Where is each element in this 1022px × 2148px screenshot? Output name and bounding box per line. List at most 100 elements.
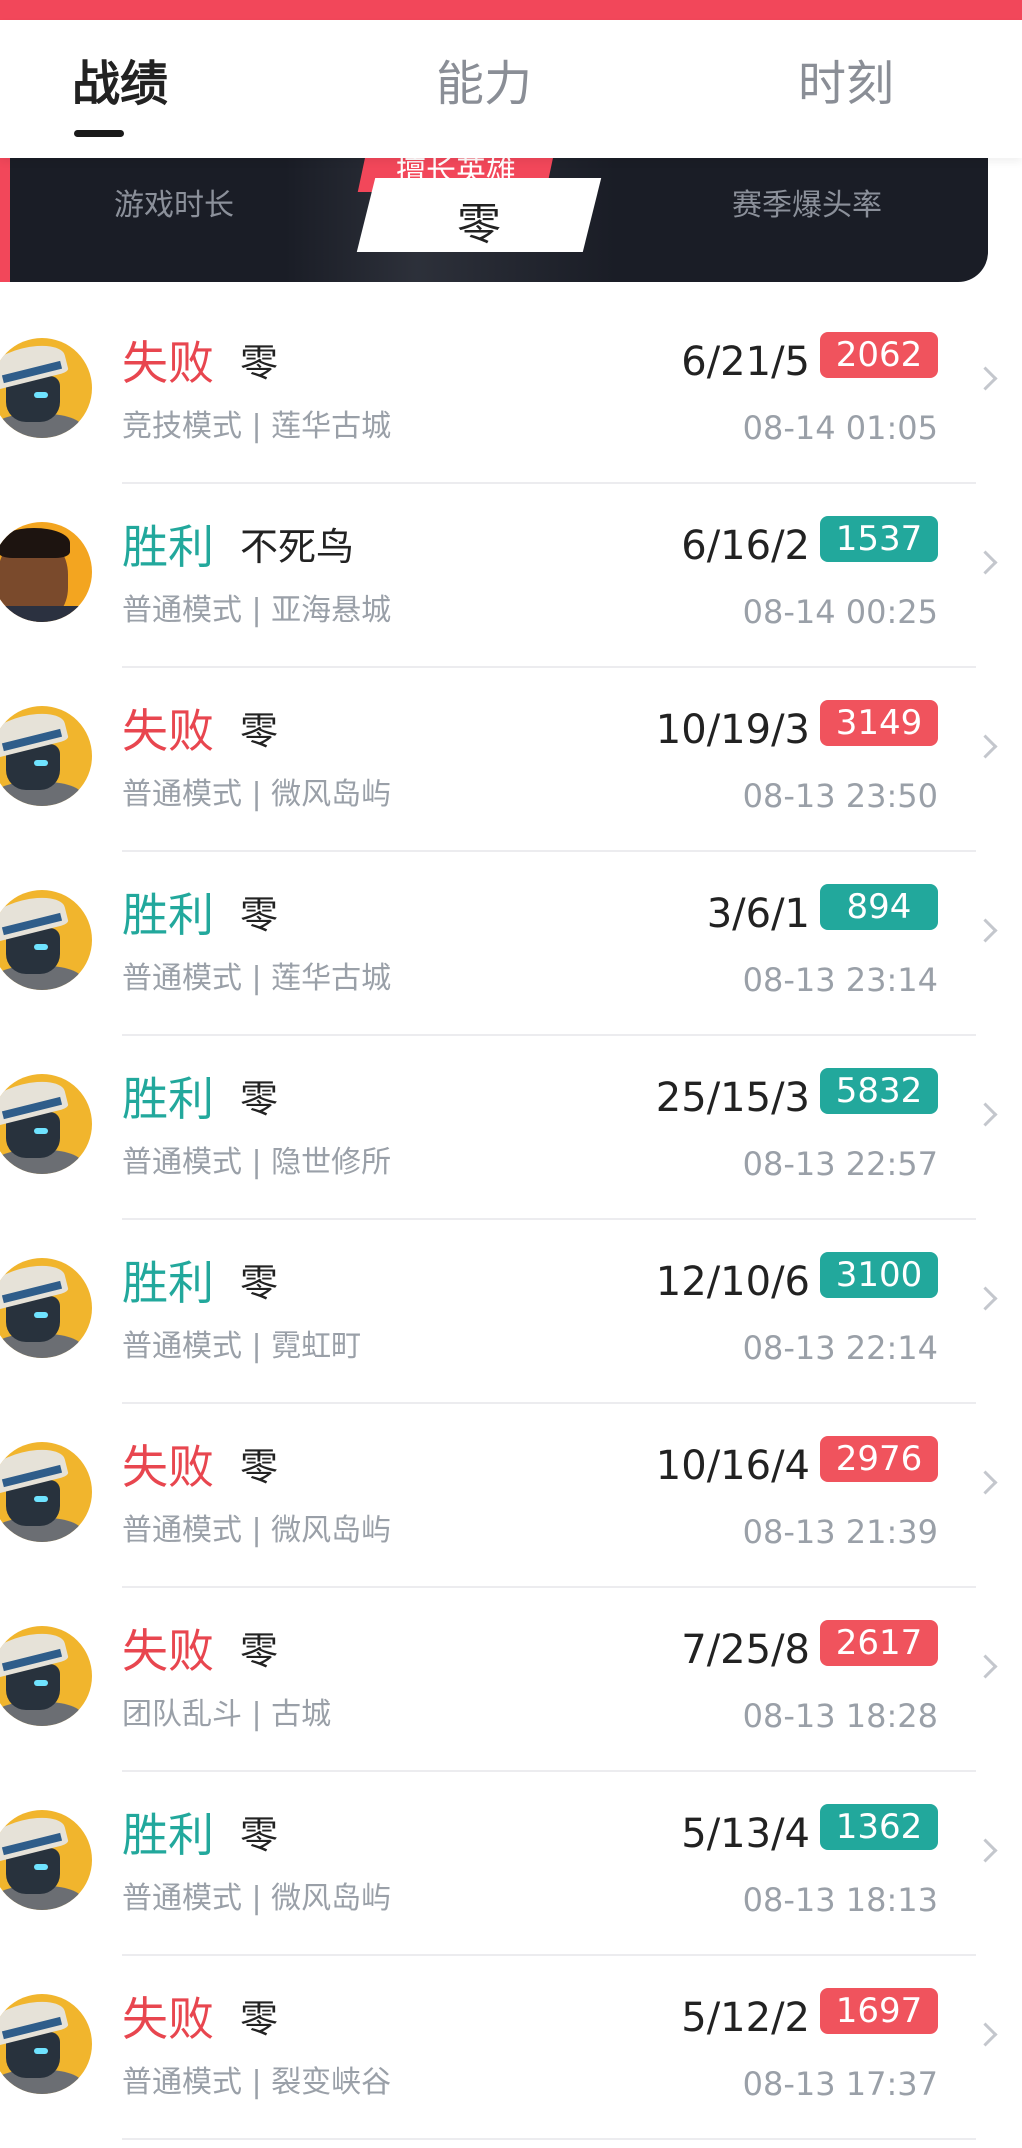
mode-and-map: 普通模式 | 亚海悬城: [122, 593, 392, 628]
kda: 10/19/3: [655, 707, 810, 753]
mode-and-map: 普通模式 | 霓虹町: [122, 1329, 362, 1364]
hero-name: 零: [240, 709, 279, 753]
score-badge: 1537: [820, 516, 938, 562]
hero-avatar: [0, 890, 92, 990]
match-result: 失败: [122, 336, 214, 390]
chevron-right-icon[interactable]: [973, 1102, 998, 1127]
match-row[interactable]: 胜利零普通模式 | 微风岛屿 5/13/4 1362 08-13 18:13: [0, 1772, 1022, 1956]
hero-avatar: [0, 522, 92, 622]
tab-ability[interactable]: 能力: [436, 60, 532, 108]
mode-and-map: 普通模式 | 隐世修所: [122, 1145, 392, 1180]
kda: 7/25/8: [681, 1627, 810, 1673]
mode-and-map: 普通模式 | 裂变峡谷: [122, 2065, 392, 2100]
chevron-right-icon[interactable]: [973, 1286, 998, 1311]
match-row[interactable]: 失败零普通模式 | 微风岛屿 10/19/3 3149 08-13 23:50: [0, 668, 1022, 852]
kda: 12/10/6: [655, 1259, 810, 1305]
hero-avatar: [0, 1258, 92, 1358]
hero-name: 零: [240, 341, 279, 385]
match-result: 胜利: [122, 1808, 214, 1862]
match-result: 胜利: [122, 888, 214, 942]
season-summary-card: 游戏时长 擅长英雄 零 赛季爆头率: [0, 158, 988, 282]
match-result: 失败: [122, 1992, 214, 2046]
score-badge: 5832: [820, 1068, 938, 1114]
match-time: 08-13 18:28: [742, 1697, 938, 1735]
score-badge: 2617: [820, 1620, 938, 1666]
game-time-label: 游戏时长: [114, 188, 234, 223]
score-badge: 3100: [820, 1252, 938, 1298]
kda: 6/21/5: [681, 339, 810, 385]
match-row[interactable]: 失败零竞技模式 | 莲华古城 6/21/5 2062 08-14 01:05: [0, 300, 1022, 484]
match-result: 胜利: [122, 520, 214, 574]
match-time: 08-14 00:25: [742, 593, 938, 631]
hero-avatar: [0, 1074, 92, 1174]
hero-name: 零: [240, 1997, 279, 2041]
hero-name: 零: [240, 1813, 279, 1857]
score-badge: 2062: [820, 332, 938, 378]
hero-name: 零: [240, 1261, 279, 1305]
mode-and-map: 竞技模式 | 莲华古城: [122, 409, 392, 444]
match-result: 失败: [122, 704, 214, 758]
match-row[interactable]: 失败零团队乱斗 | 古城 7/25/8 2617 08-13 18:28: [0, 1588, 1022, 1772]
score-badge: 3149: [820, 700, 938, 746]
row-divider: [122, 2138, 976, 2140]
match-time: 08-13 22:14: [742, 1329, 938, 1367]
hero-avatar: [0, 1994, 92, 2094]
match-row[interactable]: 失败零普通模式 | 微风岛屿 10/16/4 2976 08-13 21:39: [0, 1404, 1022, 1588]
chevron-right-icon[interactable]: [973, 366, 998, 391]
chevron-right-icon[interactable]: [973, 734, 998, 759]
kda: 6/16/2: [681, 523, 810, 569]
mode-and-map: 普通模式 | 微风岛屿: [122, 1881, 392, 1916]
score-badge: 1362: [820, 1804, 938, 1850]
match-time: 08-13 22:57: [742, 1145, 938, 1183]
chevron-right-icon[interactable]: [973, 1470, 998, 1495]
score-badge: 1697: [820, 1988, 938, 2034]
kda: 25/15/3: [655, 1075, 810, 1121]
mode-and-map: 普通模式 | 微风岛屿: [122, 777, 392, 812]
best-hero-name: 零: [457, 199, 501, 250]
match-time: 08-13 23:50: [742, 777, 938, 815]
match-result: 失败: [122, 1440, 214, 1494]
mode-and-map: 普通模式 | 微风岛屿: [122, 1513, 392, 1548]
match-row[interactable]: 失败零普通模式 | 裂变峡谷 5/12/2 1697 08-13 17:37: [0, 1956, 1022, 2140]
chevron-right-icon[interactable]: [973, 918, 998, 943]
kda: 10/16/4: [655, 1443, 810, 1489]
hero-avatar: [0, 1442, 92, 1542]
match-row[interactable]: 胜利零普通模式 | 霓虹町 12/10/6 3100 08-13 22:14: [0, 1220, 1022, 1404]
chevron-right-icon[interactable]: [973, 550, 998, 575]
mode-and-map: 普通模式 | 莲华古城: [122, 961, 392, 996]
score-badge: 2976: [820, 1436, 938, 1482]
match-time: 08-13 23:14: [742, 961, 938, 999]
score-badge: 894: [820, 884, 938, 930]
hero-name: 不死鸟: [240, 525, 355, 569]
tab-bar: 战绩 能力 时刻: [0, 20, 1022, 158]
tab-moments[interactable]: 时刻: [798, 60, 894, 108]
hero-name: 零: [240, 1445, 279, 1489]
kda: 3/6/1: [706, 891, 810, 937]
chevron-right-icon[interactable]: [973, 1654, 998, 1679]
hero-avatar: [0, 338, 92, 438]
match-result: 胜利: [122, 1072, 214, 1126]
chevron-right-icon[interactable]: [973, 1838, 998, 1863]
top-accent-strip: [0, 0, 1022, 20]
match-time: 08-13 17:37: [742, 2065, 938, 2103]
kda: 5/13/4: [681, 1811, 810, 1857]
hero-name: 零: [240, 1077, 279, 1121]
match-time: 08-13 18:13: [742, 1881, 938, 1919]
match-time: 08-14 01:05: [742, 409, 938, 447]
match-row[interactable]: 胜利零普通模式 | 莲华古城 3/6/1 894 08-13 23:14: [0, 852, 1022, 1036]
hero-name: 零: [240, 893, 279, 937]
match-result: 胜利: [122, 1256, 214, 1310]
active-tab-indicator: [74, 130, 124, 137]
mode-and-map: 团队乱斗 | 古城: [122, 1697, 332, 1732]
match-row[interactable]: 胜利 不死鸟普通模式 | 亚海悬城 6/16/2 1537 08-14 00:25: [0, 484, 1022, 668]
chevron-right-icon[interactable]: [973, 2022, 998, 2047]
match-time: 08-13 21:39: [742, 1513, 938, 1551]
card-accent-edge: [0, 158, 10, 282]
tab-record[interactable]: 战绩: [72, 60, 168, 108]
hero-name: 零: [240, 1629, 279, 1673]
kda: 5/12/2: [681, 1995, 810, 2041]
hero-avatar: [0, 706, 92, 806]
hero-avatar: [0, 1810, 92, 1910]
match-row[interactable]: 胜利零普通模式 | 隐世修所 25/15/3 5832 08-13 22:57: [0, 1036, 1022, 1220]
match-result: 失败: [122, 1624, 214, 1678]
